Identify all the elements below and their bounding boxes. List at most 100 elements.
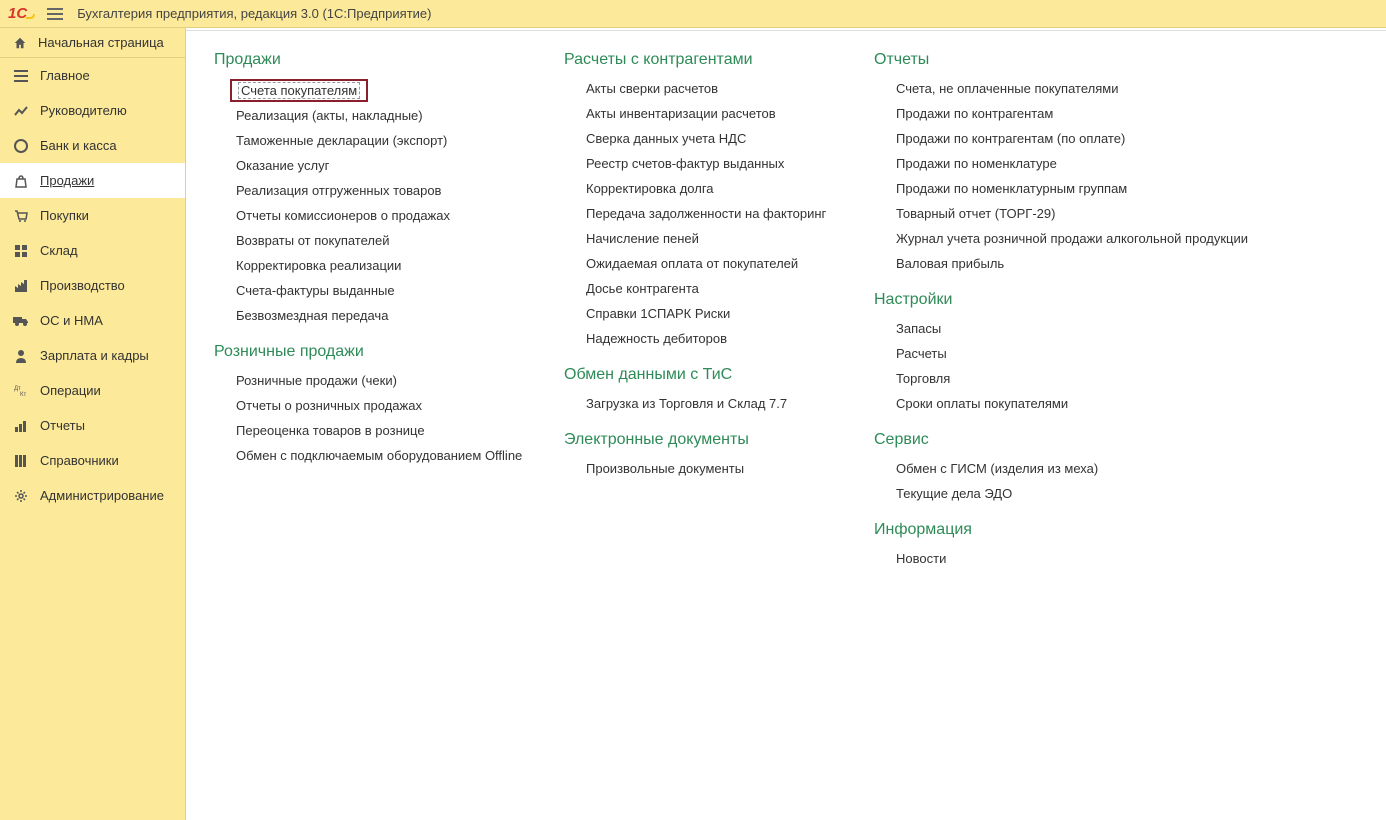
sidebar-item-main[interactable]: Главное xyxy=(0,58,185,93)
sidebar-item-catalogs[interactable]: Справочники xyxy=(0,443,185,478)
link-item[interactable]: Расчеты xyxy=(896,344,1254,363)
section-title: Расчеты с контрагентами xyxy=(564,51,874,69)
link-item[interactable]: Справки 1СПАРК Риски xyxy=(586,304,874,323)
link-item[interactable]: Обмен с ГИСМ (изделия из меха) xyxy=(896,459,1254,478)
link-item[interactable]: Возвраты от покупателей xyxy=(236,231,564,250)
link-item[interactable]: Ожидаемая оплата от покупателей xyxy=(586,254,874,273)
trend-icon xyxy=(12,102,30,120)
sidebar-item-label: Продажи xyxy=(40,173,94,188)
section-title: Информация xyxy=(874,521,1254,539)
chart-icon xyxy=(12,417,30,435)
link-customer-invoices[interactable]: Счета покупателям xyxy=(230,79,368,102)
section-retail: Розничные продажи Розничные продажи (чек… xyxy=(214,343,564,465)
sidebar-item-label: Операции xyxy=(40,383,101,398)
section-title: Настройки xyxy=(874,291,1254,309)
sidebar-item-manager[interactable]: Руководителю xyxy=(0,93,185,128)
link-item[interactable]: Обмен с подключаемым оборудованием Offli… xyxy=(236,446,564,465)
link-item[interactable]: Счета, не оплаченные покупателями xyxy=(896,79,1254,98)
section-title: Электронные документы xyxy=(564,431,874,449)
link-item[interactable]: Отчеты о розничных продажах xyxy=(236,396,564,415)
books-icon xyxy=(12,452,30,470)
link-item[interactable]: Продажи по контрагентам xyxy=(896,104,1254,123)
link-item[interactable]: Торговля xyxy=(896,369,1254,388)
home-label: Начальная страница xyxy=(38,35,164,50)
sidebar-item-admin[interactable]: Администрирование xyxy=(0,478,185,513)
section-title: Сервис xyxy=(874,431,1254,449)
link-item[interactable]: Товарный отчет (ТОРГ-29) xyxy=(896,204,1254,223)
section-settings: Настройки Запасы Расчеты Торговля Сроки … xyxy=(874,291,1254,413)
sidebar-item-label: Производство xyxy=(40,278,125,293)
link-item[interactable]: Корректировка долга xyxy=(586,179,874,198)
link-item[interactable]: Начисление пеней xyxy=(586,229,874,248)
link-item[interactable]: Корректировка реализации xyxy=(236,256,564,275)
coin-icon xyxy=(12,137,30,155)
link-item[interactable]: Надежность дебиторов xyxy=(586,329,874,348)
menu-icon[interactable] xyxy=(47,8,63,20)
link-item[interactable]: Таможенные декларации (экспорт) xyxy=(236,131,564,150)
cart-icon xyxy=(12,207,30,225)
section-title: Обмен данными с ТиС xyxy=(564,366,874,384)
sidebar-item-label: Банк и касса xyxy=(40,138,117,153)
bag-icon xyxy=(12,172,30,190)
link-item[interactable]: Реализация отгруженных товаров xyxy=(236,181,564,200)
link-item[interactable]: Произвольные документы xyxy=(586,459,874,478)
link-item[interactable]: Акты инвентаризации расчетов xyxy=(586,104,874,123)
sidebar-item-reports[interactable]: Отчеты xyxy=(0,408,185,443)
section-title: Розничные продажи xyxy=(214,343,564,361)
section-reports: Отчеты Счета, не оплаченные покупателями… xyxy=(874,51,1254,273)
gear-icon xyxy=(12,487,30,505)
sidebar-item-label: Склад xyxy=(40,243,78,258)
app-logo: 1C xyxy=(8,5,35,22)
section-exchange: Обмен данными с ТиС Загрузка из Торговля… xyxy=(564,366,874,413)
sidebar: Начальная страница Главное Руководителю … xyxy=(0,28,186,820)
sidebar-item-label: Главное xyxy=(40,68,90,83)
sidebar-item-purchases[interactable]: Покупки xyxy=(0,198,185,233)
sidebar-item-warehouse[interactable]: Склад xyxy=(0,233,185,268)
link-item[interactable]: Сроки оплаты покупателями xyxy=(896,394,1254,413)
sidebar-item-label: Руководителю xyxy=(40,103,127,118)
link-item[interactable]: Продажи по номенклатуре xyxy=(896,154,1254,173)
svg-text:Кт: Кт xyxy=(20,392,26,398)
section-settlements: Расчеты с контрагентами Акты сверки расч… xyxy=(564,51,874,348)
link-item[interactable]: Сверка данных учета НДС xyxy=(586,129,874,148)
link-item[interactable]: Журнал учета розничной продажи алкогольн… xyxy=(896,229,1254,248)
link-item[interactable]: Запасы xyxy=(896,319,1254,338)
home-icon xyxy=(12,35,28,51)
sidebar-item-production[interactable]: Производство xyxy=(0,268,185,303)
link-item[interactable]: Реализация (акты, накладные) xyxy=(236,106,564,125)
sidebar-item-operations[interactable]: ДтКт Операции xyxy=(0,373,185,408)
link-item[interactable]: Валовая прибыль xyxy=(896,254,1254,273)
link-item[interactable]: Счета-фактуры выданные xyxy=(236,281,564,300)
sidebar-item-label: Отчеты xyxy=(40,418,85,433)
sidebar-item-sales[interactable]: Продажи xyxy=(0,163,185,198)
section-sales: Продажи Счета покупателям Реализация (ак… xyxy=(214,51,564,325)
link-item[interactable]: Новости xyxy=(896,549,1254,568)
link-item[interactable]: Оказание услуг xyxy=(236,156,564,175)
boxes-icon xyxy=(12,242,30,260)
link-item[interactable]: Реестр счетов-фактур выданных xyxy=(586,154,874,173)
link-item[interactable]: Переоценка товаров в рознице xyxy=(236,421,564,440)
titlebar: 1C Бухгалтерия предприятия, редакция 3.0… xyxy=(0,0,1386,28)
sidebar-item-assets[interactable]: ОС и НМА xyxy=(0,303,185,338)
person-icon xyxy=(12,347,30,365)
link-item[interactable]: Продажи по номенклатурным группам xyxy=(896,179,1254,198)
link-item[interactable]: Акты сверки расчетов xyxy=(586,79,874,98)
factory-icon xyxy=(12,277,30,295)
link-item[interactable]: Загрузка из Торговля и Склад 7.7 xyxy=(586,394,874,413)
sidebar-item-bank[interactable]: Банк и касса xyxy=(0,128,185,163)
home-row[interactable]: Начальная страница xyxy=(0,28,185,58)
link-item[interactable]: Текущие дела ЭДО xyxy=(896,484,1254,503)
sidebar-item-payroll[interactable]: Зарплата и кадры xyxy=(0,338,185,373)
link-item[interactable]: Безвозмездная передача xyxy=(236,306,564,325)
journal-icon: ДтКт xyxy=(12,382,30,400)
section-info: Информация Новости xyxy=(874,521,1254,568)
link-item[interactable]: Розничные продажи (чеки) xyxy=(236,371,564,390)
content-area: Продажи Счета покупателям Реализация (ак… xyxy=(186,30,1386,820)
section-service: Сервис Обмен с ГИСМ (изделия из меха) Те… xyxy=(874,431,1254,503)
link-item[interactable]: Отчеты комиссионеров о продажах xyxy=(236,206,564,225)
link-item[interactable]: Продажи по контрагентам (по оплате) xyxy=(896,129,1254,148)
sidebar-item-label: Администрирование xyxy=(40,488,164,503)
link-item[interactable]: Досье контрагента xyxy=(586,279,874,298)
link-item[interactable]: Передача задолженности на факторинг xyxy=(586,204,874,223)
sidebar-item-label: Зарплата и кадры xyxy=(40,348,149,363)
